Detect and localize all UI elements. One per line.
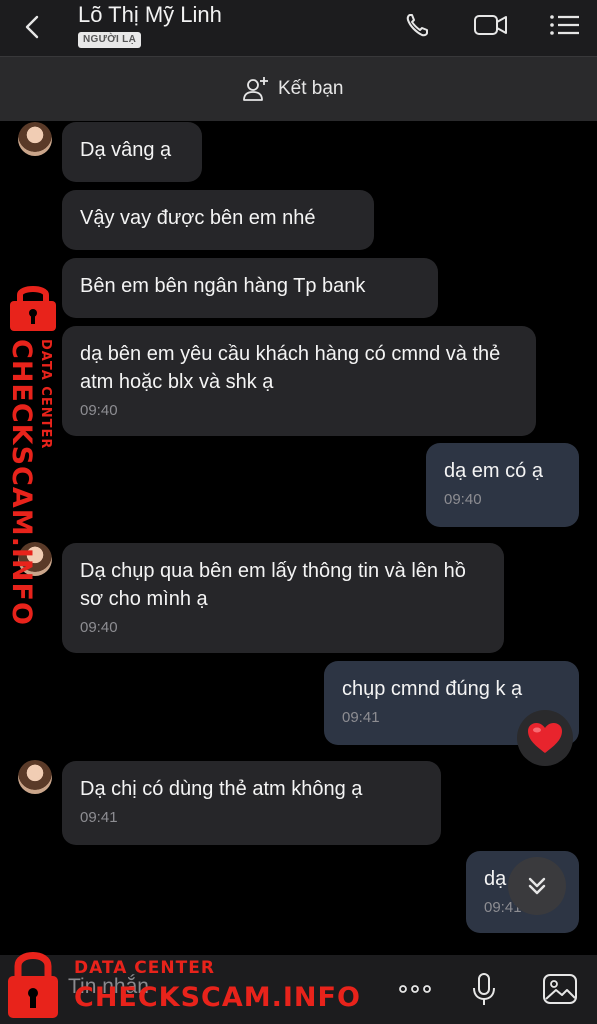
menu-list-icon[interactable] — [547, 10, 583, 40]
message-text: dạ bên em yêu cầu khách hàng có cmnd và … — [80, 343, 501, 393]
double-chevron-down-icon — [528, 877, 546, 895]
message-bubble-incoming[interactable]: Vậy vay được bên em nhé — [62, 190, 374, 250]
watermark-bottom: DATA CENTER CHECKSCAM.INFO — [0, 948, 360, 1024]
message-bubble-incoming[interactable]: Dạ vâng ạ — [62, 122, 202, 182]
watermark-small-vertical: DATA CENTER — [38, 339, 53, 450]
image-icon[interactable] — [540, 971, 580, 1007]
add-friend-bar: Kết bạn — [0, 56, 597, 121]
avatar[interactable] — [18, 122, 52, 156]
stranger-badge: NGƯỜI LẠ — [78, 32, 142, 48]
add-friend-label: Kết bạn — [278, 78, 344, 99]
chat-header: Lõ Thị Mỹ Linh NGƯỜI LẠ — [0, 0, 597, 56]
avatar[interactable] — [18, 760, 52, 794]
message-time: 09:40 — [444, 491, 482, 508]
add-friend-button[interactable]: Kết bạn — [242, 75, 344, 103]
message-text: Vậy vay được bên em nhé — [80, 207, 316, 229]
message-bubble-incoming[interactable]: dạ bên em yêu cầu khách hàng có cmnd và … — [62, 326, 536, 436]
heart-reaction-badge[interactable] — [517, 710, 573, 766]
message-text: dạ em có ạ — [444, 460, 543, 482]
message-text: dạ — [484, 868, 507, 890]
message-bubble-incoming[interactable]: Dạ chị có dùng thẻ atm không ạ 09:41 — [62, 761, 441, 845]
watermark-big: CHECKSCAM.INFO — [74, 982, 361, 1013]
watermark-small: DATA CENTER — [74, 958, 215, 978]
message-text: Bên em bên ngân hàng Tp bank — [80, 275, 366, 297]
message-text: chụp cmnd đúng k ạ — [342, 678, 523, 700]
message-text: Dạ chị có dùng thẻ atm không ạ — [80, 778, 363, 800]
phone-icon[interactable] — [402, 10, 438, 40]
message-bubble-outgoing[interactable]: dạ em có ạ 09:40 — [426, 443, 579, 527]
message-time: 09:40 — [80, 619, 118, 636]
watermark-big-vertical: CHECKSCAM.INFO — [6, 339, 37, 626]
message-bubble-incoming[interactable]: Dạ chụp qua bên em lấy thông tin và lên … — [62, 543, 504, 653]
video-icon[interactable] — [473, 10, 509, 40]
message-time: 09:40 — [80, 402, 118, 419]
contact-name[interactable]: Lõ Thị Mỹ Linh — [78, 2, 222, 28]
message-text: Dạ vâng ạ — [80, 139, 172, 161]
message-text: Dạ chụp qua bên em lấy thông tin và lên … — [80, 560, 466, 610]
add-person-icon — [243, 77, 268, 101]
scroll-to-bottom-button[interactable] — [508, 857, 566, 915]
message-time: 09:41 — [80, 809, 118, 826]
microphone-icon[interactable] — [464, 971, 504, 1007]
more-dots-icon[interactable] — [395, 971, 435, 1007]
padlock-logo-icon — [8, 952, 58, 1018]
back-chevron-icon[interactable] — [18, 12, 48, 42]
heart-icon — [528, 723, 562, 753]
padlock-logo-icon — [10, 286, 56, 331]
watermark-side: CHECKSCAM.INFO DATA CENTER — [4, 283, 64, 626]
message-bubble-incoming[interactable]: Bên em bên ngân hàng Tp bank — [62, 258, 438, 318]
